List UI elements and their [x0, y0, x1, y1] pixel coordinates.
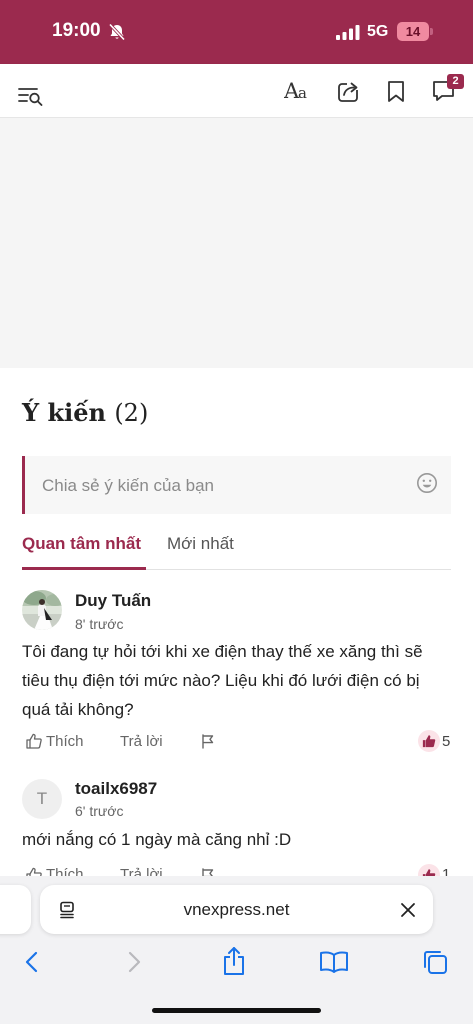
tab-most-interested[interactable]: Quan tâm nhất	[22, 534, 141, 554]
address-bar[interactable]: vnexpress.net	[40, 885, 433, 934]
url-text: vnexpress.net	[183, 900, 290, 919]
battery-level: 14	[397, 22, 429, 41]
tab-active-indicator	[22, 567, 146, 570]
cellular-signal-icon	[336, 25, 360, 40]
comment-input[interactable]: Chia sẻ ý kiến của bạn	[22, 456, 451, 514]
reaction-count: 5	[442, 733, 451, 750]
comments-heading: Ý kiến (2)	[22, 398, 148, 427]
tabs-icon[interactable]	[422, 949, 448, 975]
ad-placeholder	[0, 118, 473, 368]
bell-muted-icon	[108, 23, 126, 41]
emoji-icon[interactable]	[416, 472, 438, 494]
close-icon[interactable]	[400, 902, 416, 918]
battery-icon: 14	[397, 22, 433, 41]
reaction-like-icon	[418, 730, 440, 752]
comment-text: mới nắng có 1 ngày mà căng nhỉ :D	[22, 830, 292, 849]
reply-button[interactable]: Trả lời	[120, 733, 163, 750]
share-icon[interactable]	[337, 79, 361, 103]
comment-input-placeholder: Chia sẻ ý kiến của bạn	[42, 476, 214, 495]
comment-time: 6' trước	[75, 803, 124, 819]
avatar[interactable]	[22, 590, 62, 630]
svg-text:a: a	[298, 84, 307, 102]
comment-author[interactable]: toailx6987	[75, 779, 157, 799]
forward-icon[interactable]	[126, 950, 142, 974]
comment-time: 8' trước	[75, 616, 124, 632]
font-size-icon[interactable]: A a	[284, 78, 312, 102]
status-time: 19:00	[52, 20, 101, 41]
status-bar: 19:00 5G 14	[0, 0, 473, 64]
bookmark-icon[interactable]	[387, 80, 405, 103]
comment-author[interactable]: Duy Tuấn	[75, 591, 151, 611]
tab-newest[interactable]: Mới nhất	[167, 534, 234, 554]
back-icon[interactable]	[24, 950, 40, 974]
comments-title: Ý kiến	[22, 398, 106, 427]
bookmarks-icon[interactable]	[319, 950, 349, 974]
menu-search-icon[interactable]	[18, 86, 44, 106]
like-icon[interactable]	[26, 733, 42, 749]
network-type: 5G	[367, 23, 389, 40]
like-button[interactable]: Thích	[46, 733, 84, 750]
battery-nub	[430, 28, 433, 35]
home-indicator	[152, 1008, 321, 1013]
share-icon[interactable]	[222, 946, 246, 976]
avatar[interactable]: T	[22, 779, 62, 819]
previous-tab-card[interactable]	[0, 885, 31, 934]
comment-sort-tabs: Quan tâm nhất Mới nhất	[22, 528, 451, 570]
report-flag-icon[interactable]	[201, 734, 215, 749]
comment-text: Tôi đang tự hỏi tới khi xe điện thay thế…	[22, 642, 423, 719]
comment-count-badge: 2	[447, 74, 464, 89]
comments-count: (2)	[114, 399, 149, 427]
